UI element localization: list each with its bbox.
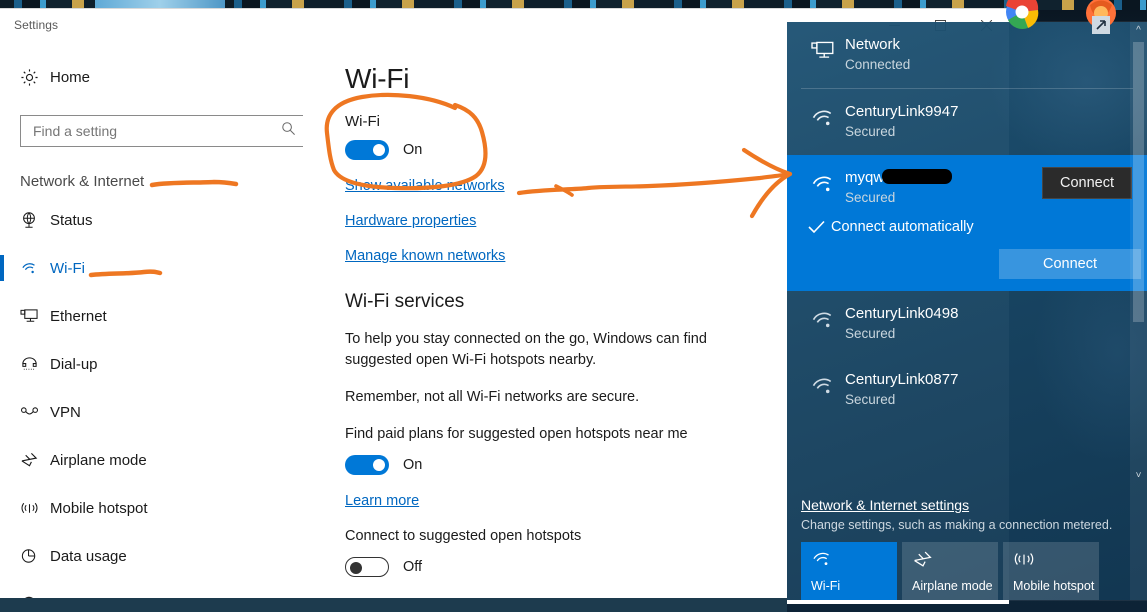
sidebar-item-label: Wi-Fi (50, 259, 85, 277)
sidebar-item-label: Mobile hotspot (50, 499, 148, 517)
quick-tile-label: Airplane mode (912, 579, 993, 593)
quick-tile-airplane-mode[interactable]: Airplane mode (902, 542, 998, 600)
sidebar-item-label: Dial-up (50, 355, 98, 373)
network-item-centurylink9947[interactable]: CenturyLink9947 Secured (787, 89, 1147, 155)
sidebar-item-label: Status (50, 211, 93, 229)
connect-automatically-row[interactable]: Connect automatically (801, 219, 1147, 235)
paid-plans-label: Find paid plans for suggested open hotsp… (345, 426, 688, 442)
sidebar-item-dialup[interactable]: Dial-up (0, 340, 303, 388)
network-status: Connected (845, 57, 911, 72)
ethernet-icon (20, 308, 50, 325)
sidebar-item-label: Data usage (50, 547, 127, 565)
flyout-footer: Network & Internet settings Change setti… (787, 497, 1147, 600)
wifi-icon (801, 305, 845, 331)
quick-action-tiles: Wi-Fi Airplane mode Mobile hotspot (787, 542, 1147, 600)
connect-hotspots-label: Connect to suggested open hotspots (345, 528, 582, 544)
search-icon (281, 121, 296, 141)
wifi-icon (801, 169, 845, 205)
network-status: Secured (845, 124, 896, 139)
sidebar-item-home[interactable]: Home (0, 49, 303, 105)
wifi-icon (20, 260, 50, 276)
network-item-centurylink0877[interactable]: CenturyLink0877 Secured (787, 357, 1147, 423)
quick-tile-label: Mobile hotspot (1013, 579, 1095, 593)
hotspot-icon (1013, 550, 1035, 573)
wifi-services-paragraph-1: To help you stay connected on the go, Wi… (345, 331, 707, 368)
search-input[interactable] (33, 123, 281, 139)
taskbar-strip (0, 598, 787, 612)
network-item-selected[interactable]: myqw Secured Connect automatically Conne… (787, 155, 1147, 291)
network-name: CenturyLink0498 (845, 305, 959, 322)
hardware-properties-link[interactable]: Hardware properties (345, 213, 476, 229)
wifi-icon (801, 103, 845, 129)
quick-tile-mobile-hotspot[interactable]: Mobile hotspot (1003, 542, 1099, 600)
screen: Settings Home Find a setting Network & I… (0, 0, 1147, 612)
network-list: Network Connected CenturyLink9947 Secure… (787, 22, 1147, 423)
sidebar-item-wifi[interactable]: Wi-Fi (0, 244, 303, 292)
connect-hotspots-toggle-state: Off (403, 559, 423, 575)
dialup-icon (20, 356, 50, 373)
status-globe-icon (20, 211, 50, 229)
sidebar-section-label: Network & Internet (20, 173, 145, 190)
vpn-icon (20, 405, 50, 419)
paid-plans-toggle-state: On (403, 457, 423, 473)
search-wrapper (0, 105, 305, 147)
connect-hotspots-toggle[interactable] (345, 557, 389, 577)
network-name: Network (845, 36, 901, 53)
sidebar-item-mobile-hotspot[interactable]: Mobile hotspot (0, 484, 303, 532)
sidebar-item-label: Ethernet (50, 307, 107, 325)
airplane-icon (20, 451, 50, 469)
sidebar-item-label: VPN (50, 403, 81, 421)
sidebar-item-label: Home (50, 68, 91, 86)
network-item-ethernet[interactable]: Network Connected (787, 22, 1147, 88)
sidebar-item-data-usage[interactable]: Data usage (0, 532, 303, 580)
sidebar-item-status[interactable]: Status (0, 196, 303, 244)
sidebar-item-label: Airplane mode (50, 451, 147, 469)
quick-tile-wifi[interactable]: Wi-Fi (801, 542, 897, 600)
checkmark-icon (801, 220, 831, 234)
network-status: Secured (845, 392, 896, 407)
hotspot-icon (20, 500, 50, 516)
ethernet-icon (801, 36, 845, 62)
sidebar: Home Network & Internet (0, 41, 305, 612)
redaction-bar (882, 169, 953, 184)
network-flyout: Network Connected CenturyLink9947 Secure… (787, 22, 1147, 600)
wifi-services-paragraph-2: Remember, not all Wi-Fi networks are sec… (345, 389, 640, 405)
data-usage-icon (20, 547, 50, 565)
window-title: Settings (14, 18, 59, 32)
show-available-networks-link[interactable]: Show available networks (345, 178, 505, 194)
sidebar-item-vpn[interactable]: VPN (0, 388, 303, 436)
network-name: myqw (845, 169, 885, 186)
connect-button[interactable]: Connect (999, 249, 1141, 279)
scroll-up-icon[interactable]: ^ (1130, 25, 1147, 36)
scrollbar-thumb[interactable] (1133, 42, 1144, 322)
manage-known-networks-link[interactable]: Manage known networks (345, 248, 505, 264)
wifi-toggle[interactable] (345, 140, 389, 160)
network-name: CenturyLink0877 (845, 371, 959, 388)
connect-automatically-label: Connect automatically (831, 219, 974, 235)
network-settings-description: Change settings, such as making a connec… (801, 518, 1113, 532)
sidebar-item-ethernet[interactable]: Ethernet (0, 292, 303, 340)
network-status: Secured (845, 326, 896, 341)
connect-tooltip: Connect (1041, 167, 1132, 199)
search-box[interactable] (20, 115, 305, 147)
sidebar-item-airplane-mode[interactable]: Airplane mode (0, 436, 303, 484)
wifi-toggle-state: On (403, 142, 423, 158)
wifi-icon (811, 550, 833, 573)
airplane-icon (912, 550, 934, 574)
flyout-scrollbar[interactable]: ^ ˅ (1130, 22, 1147, 600)
paid-plans-toggle[interactable] (345, 455, 389, 475)
network-internet-settings-link[interactable]: Network & Internet settings (787, 497, 1147, 513)
scroll-down-icon[interactable]: ˅ (1130, 470, 1147, 481)
network-name: CenturyLink9947 (845, 103, 959, 120)
learn-more-link[interactable]: Learn more (345, 493, 419, 509)
quick-tile-label: Wi-Fi (811, 579, 841, 593)
network-item-centurylink0498[interactable]: CenturyLink0498 Secured (787, 291, 1147, 357)
wifi-icon (801, 371, 845, 397)
gear-icon (20, 68, 50, 87)
network-status: Secured (845, 190, 896, 205)
